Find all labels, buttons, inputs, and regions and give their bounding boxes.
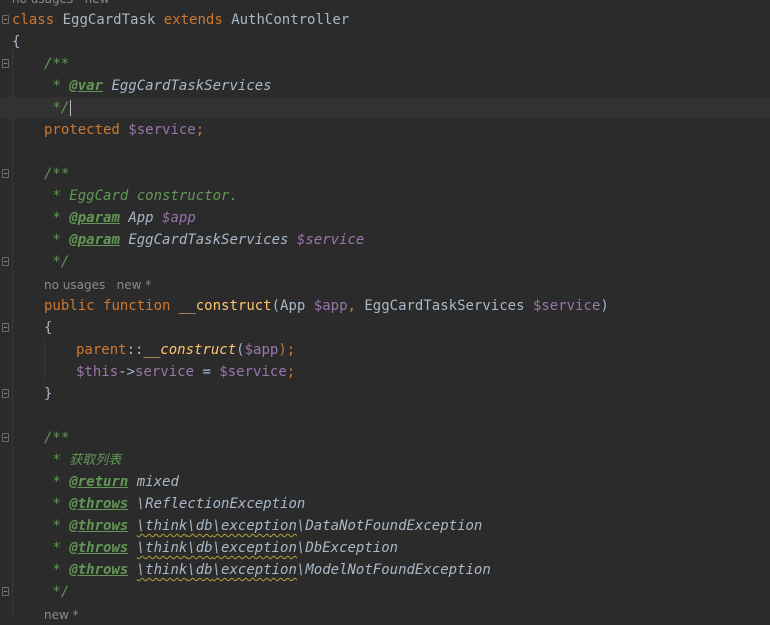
namespace-segment[interactable]: \think [137,540,188,556]
inlay-hint-usages[interactable]: no usages new * [12,0,119,8]
namespace-segment[interactable]: \db [187,540,212,556]
editor-gutter [0,0,10,625]
inlay-hint-new[interactable]: new * [44,606,79,624]
code-line: * @throws \ReflectionException [44,496,306,512]
text-caret [70,100,72,116]
code-line: $this->service = $service; [76,364,296,380]
code-line: * @throws \think\db\exception\DataNotFou… [44,518,483,534]
doc-tag: @throws [69,496,129,512]
code-line: parent::__construct($app); [76,342,296,358]
class-name: AuthController [231,12,350,28]
namespace-segment[interactable]: \db [187,562,212,578]
class-name: EggCardTask [62,12,156,28]
doc-tag: @param [69,210,120,226]
keyword: extends [163,12,223,28]
code-line: { [44,320,53,336]
fold-doc-end-icon[interactable] [2,257,9,266]
code-line: */ [44,584,70,600]
code-line: * @throws \think\db\exception\DbExceptio… [44,540,399,556]
namespace-segment[interactable]: \think [137,518,188,534]
code-line: * 获取列表 [44,452,122,468]
fold-doc-icon[interactable] [2,59,9,68]
fold-doc-icon[interactable] [2,169,9,178]
doc-tag: @var [69,78,104,94]
code-line: * EggCard constructor. [44,188,238,204]
code-line: public function __construct(App $app, Eg… [44,298,609,314]
fold-class-icon[interactable] [2,15,9,24]
namespace-segment[interactable]: \db [187,518,212,534]
keyword: class [12,12,55,28]
code-line: * @var EggCardTaskServices [44,78,272,94]
doc-tag: @param [69,232,120,248]
code-editor[interactable]: no usages new * class EggCardTask extend… [0,0,770,625]
fold-doc-end-icon[interactable] [2,587,9,596]
fold-method-icon[interactable] [2,323,9,332]
doc-tag: @return [69,474,129,490]
code-line: */ [44,254,70,270]
doc-tag: @throws [69,518,129,534]
code-line: /** [44,430,70,446]
code-line: * @return mixed [44,474,179,490]
namespace-segment[interactable]: \exception [213,518,297,534]
fold-method-end-icon[interactable] [2,389,9,398]
current-code-line[interactable]: */ [0,97,770,119]
code-line: /** [44,166,70,182]
code-line: { [12,34,21,50]
indent-guide [44,338,45,382]
indent-guide [12,48,13,618]
code-line: * @throws \think\db\exception\ModelNotFo… [44,562,491,578]
code-line: protected $service; [44,122,205,138]
inlay-hint-usages[interactable]: no usages new * [44,276,151,294]
namespace-segment[interactable]: \exception [213,562,297,578]
code-line: * @param App $app [44,210,196,226]
namespace-segment[interactable]: \exception [213,540,297,556]
code-line: } [44,386,53,402]
namespace-segment[interactable]: \think [137,562,188,578]
doc-tag: @throws [69,540,129,556]
function-name: __construct [178,298,272,314]
code-line: /** [44,56,70,72]
doc-tag: @throws [69,562,129,578]
code-line: * @param EggCardTaskServices $service [44,232,365,248]
fold-doc-icon[interactable] [2,433,9,442]
code-line: class EggCardTask extends AuthController [12,9,349,31]
